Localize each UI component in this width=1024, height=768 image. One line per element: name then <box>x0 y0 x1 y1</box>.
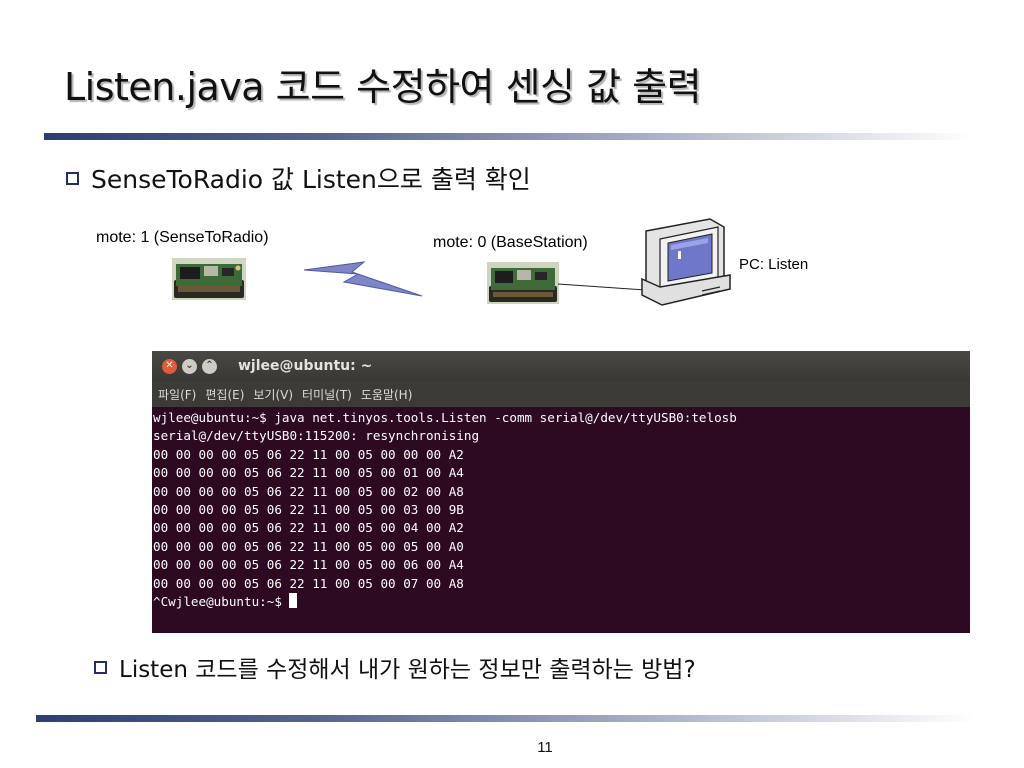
terminal-line: 00 00 00 00 05 06 22 11 00 05 00 05 00 A… <box>153 538 464 554</box>
mote1-board-image <box>172 258 246 300</box>
checkbox-bullet-icon <box>94 660 107 674</box>
terminal-prompt: ^Cwjlee@ubuntu:~$ <box>153 594 290 610</box>
menu-edit[interactable]: 편집(E) <box>205 386 244 403</box>
terminal-line: 00 00 00 00 05 06 22 11 00 05 00 02 00 A… <box>153 483 464 499</box>
mote1-label: mote: 1 (SenseToRadio) <box>96 229 269 246</box>
checkbox-bullet-icon <box>66 171 79 185</box>
slide-title: Listen.java 코드 수정하여 센싱 값 출력 <box>64 65 702 109</box>
mote0-label: mote: 0 (BaseStation) <box>433 234 588 251</box>
menu-help[interactable]: 도움말(H) <box>361 386 413 403</box>
terminal-line: 00 00 00 00 05 06 22 11 00 05 00 04 00 A… <box>153 520 464 536</box>
page-number: 11 <box>537 739 553 756</box>
menu-view[interactable]: 보기(V) <box>253 386 293 403</box>
window-maximize-icon[interactable]: ⌃ <box>202 358 217 374</box>
footer-divider <box>36 715 976 722</box>
pc-computer-icon <box>641 218 731 306</box>
terminal-output[interactable]: wjlee@ubuntu:~$ java net.tinyos.tools.Li… <box>152 407 970 611</box>
terminal-titlebar[interactable]: ✕ ⌄ ⌃ wjlee@ubuntu: ~ <box>152 351 970 381</box>
wireless-link-icon <box>304 261 422 297</box>
terminal-line: 00 00 00 00 05 06 22 11 00 05 00 06 00 A… <box>153 557 464 573</box>
terminal-line: 00 00 00 00 05 06 22 11 00 05 00 03 00 9… <box>153 502 464 518</box>
terminal-line: 00 00 00 00 05 06 22 11 00 05 00 01 00 A… <box>153 465 464 481</box>
window-minimize-icon[interactable]: ⌄ <box>182 358 197 374</box>
terminal-window: ✕ ⌄ ⌃ wjlee@ubuntu: ~ 파일(F) 편집(E) 보기(V) … <box>152 351 970 633</box>
terminal-cursor <box>289 593 298 609</box>
terminal-menubar: 파일(F) 편집(E) 보기(V) 터미널(T) 도움말(H) <box>152 381 970 407</box>
mote0-board-image <box>487 262 559 304</box>
bullet-text: SenseToRadio 값 Listen으로 출력 확인 <box>91 165 531 194</box>
terminal-line: wjlee@ubuntu:~$ java net.tinyos.tools.Li… <box>153 410 737 425</box>
serial-cable-line <box>558 283 647 291</box>
terminal-prompt-line: ^Cwjlee@ubuntu:~$ <box>153 593 970 611</box>
pc-label: PC: Listen <box>739 256 809 273</box>
bullet-text: Listen 코드를 수정해서 내가 원하는 정보만 출력하는 방법? <box>119 657 696 683</box>
bullet-question: Listen 코드를 수정해서 내가 원하는 정보만 출력하는 방법? <box>94 650 696 684</box>
menu-terminal[interactable]: 터미널(T) <box>302 386 352 403</box>
title-divider <box>44 133 974 140</box>
terminal-line: serial@/dev/ttyUSB0:115200: resynchronis… <box>153 428 480 444</box>
bullet-sensetoradio: SenseToRadio 값 Listen으로 출력 확인 <box>66 160 531 196</box>
terminal-line: 00 00 00 00 05 06 22 11 00 05 00 00 00 A… <box>153 446 464 462</box>
window-close-icon[interactable]: ✕ <box>162 358 177 374</box>
terminal-title: wjlee@ubuntu: ~ <box>238 358 373 374</box>
menu-file[interactable]: 파일(F) <box>158 386 196 403</box>
terminal-line: 00 00 00 00 05 06 22 11 00 05 00 07 00 A… <box>153 575 464 591</box>
